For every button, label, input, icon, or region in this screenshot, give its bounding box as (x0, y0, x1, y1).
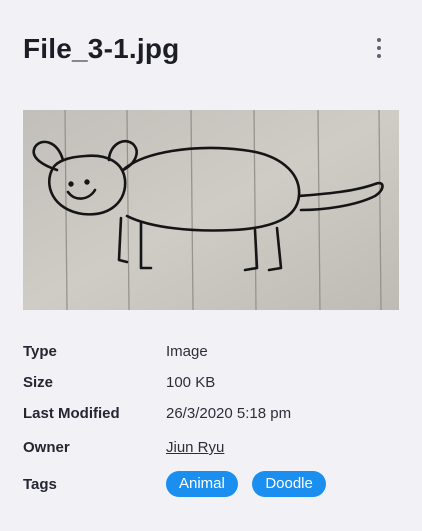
owner-link[interactable]: Jiun Ryu (166, 439, 224, 456)
image-preview[interactable] (23, 110, 399, 310)
detail-row-modified: Last Modified 26/3/2020 5:18 pm (23, 398, 399, 429)
doodle-image (23, 110, 399, 310)
file-title: File_3-1.jpg (23, 33, 180, 64)
detail-row-tags: Tags Animal Doodle (23, 466, 399, 502)
detail-row-size: Size 100 KB (23, 367, 399, 398)
file-details: Type Image Size 100 KB Last Modified 26/… (23, 336, 399, 502)
type-label: Type (23, 343, 57, 360)
last-modified-value: 26/3/2020 5:18 pm (166, 405, 292, 422)
detail-row-type: Type Image (23, 336, 399, 367)
size-label: Size (23, 374, 54, 391)
more-options-button[interactable] (367, 34, 391, 62)
tag-list: Animal Doodle (166, 471, 336, 497)
last-modified-label: Last Modified (23, 405, 120, 422)
file-detail-panel: File_3-1.jpg Type Image Size 100 KB Last… (0, 0, 422, 531)
type-value: Image (166, 343, 208, 360)
owner-label: Owner (23, 439, 70, 456)
tag-pill[interactable]: Doodle (252, 471, 326, 497)
size-value: 100 KB (166, 374, 216, 391)
file-header: File_3-1.jpg (23, 28, 403, 72)
detail-row-owner: Owner Jiun Ryu (23, 429, 399, 466)
tag-pill[interactable]: Animal (166, 471, 238, 497)
tags-label: Tags (23, 475, 57, 493)
